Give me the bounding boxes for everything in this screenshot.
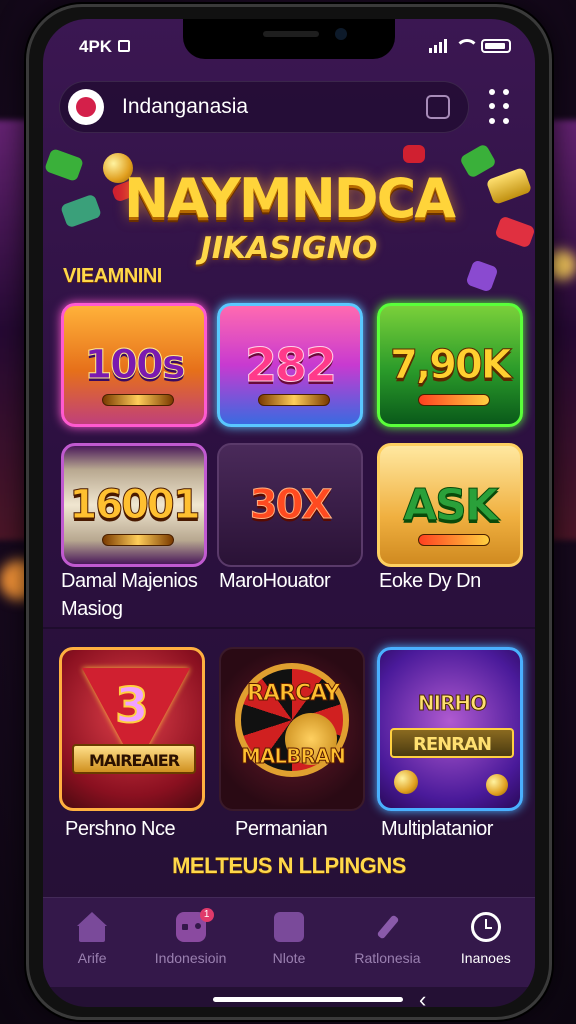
slot-bar-icon xyxy=(102,534,174,546)
game-label: Eoke Dy Dn xyxy=(379,570,481,592)
tab-home[interactable]: Arife xyxy=(43,898,141,987)
status-app-icon xyxy=(118,40,131,52)
back-chevron-icon[interactable]: ‹ xyxy=(419,987,426,1007)
game-label-line: Masiog xyxy=(61,598,123,620)
tabs-icon[interactable] xyxy=(426,95,450,119)
coin-decoration xyxy=(486,774,508,796)
tile-value: 100s xyxy=(84,342,186,389)
tile-value: 30X xyxy=(249,482,332,529)
status-time: 4PK xyxy=(79,37,131,57)
tile-value: 282 xyxy=(244,338,337,393)
game-tile[interactable]: ASK xyxy=(377,443,523,567)
pepper-icon xyxy=(418,534,490,546)
phone-screen: 4PK Indanganasia NAYMNDCA JIKASIGNO VIEA… xyxy=(43,19,535,1007)
hero-subtitle: JIKASIGNO xyxy=(200,231,378,266)
game-label: MaroHouator xyxy=(219,570,331,592)
game-label: Multiplatanior xyxy=(381,818,493,840)
slot-bar-icon xyxy=(258,394,330,406)
tab-label: Nlote xyxy=(272,950,306,966)
tab-label: Indonesioin xyxy=(154,950,227,966)
notification-badge: 1 xyxy=(199,908,214,922)
game-card[interactable]: NIRHO RENRAN xyxy=(377,647,523,811)
game-label: Damal Majenios Masiog xyxy=(61,567,217,623)
phone-frame: 4PK Indanganasia NAYMNDCA JIKASIGNO VIEA… xyxy=(26,4,552,1020)
emblem-number: 3 xyxy=(114,677,149,735)
slot-bar-icon xyxy=(102,394,174,406)
more-menu-icon[interactable] xyxy=(489,89,513,125)
pepper-icon xyxy=(418,394,490,406)
game-tile[interactable]: 16001 xyxy=(61,443,207,567)
coin-decoration xyxy=(394,770,418,794)
tab-tools[interactable]: Ratlonesia xyxy=(338,898,436,987)
tile-value: 16001 xyxy=(69,482,201,529)
hero-banner: NAYMNDCA JIKASIGNO xyxy=(43,139,535,329)
game-label: Pershno Nce xyxy=(65,818,176,840)
tab-note[interactable]: Nlote xyxy=(240,898,338,987)
chip-decoration xyxy=(403,145,425,163)
tile-value: ASK xyxy=(403,479,500,531)
notch xyxy=(183,19,395,59)
game-card[interactable]: 3 MAIREAIER xyxy=(59,647,205,811)
game-tile[interactable]: 7,90K xyxy=(377,303,523,427)
game-banner: NIRHO xyxy=(417,691,487,716)
hero-title: NAYMNDCA xyxy=(123,167,456,230)
game-card[interactable]: RARCAY MALBRAN xyxy=(219,647,365,811)
home-indicator[interactable] xyxy=(213,997,403,1002)
tile-value: 7,90K xyxy=(390,342,513,389)
tab-games[interactable]: 1 Indonesioin xyxy=(141,898,239,987)
game-tile[interactable]: 30X xyxy=(217,443,363,567)
home-icon xyxy=(77,912,108,942)
signal-icon xyxy=(429,39,447,53)
game-label-line: Damal Majenios xyxy=(61,570,198,592)
section-label: VIEAMNINI xyxy=(63,265,162,287)
site-logo-icon xyxy=(68,89,104,125)
tab-history[interactable]: Inanoes xyxy=(437,898,535,987)
game-label: Permanian xyxy=(235,818,328,840)
address-bar[interactable]: Indanganasia xyxy=(59,81,469,133)
bottom-tab-bar: Arife 1 Indonesioin Nlote Ratlonesia Ina… xyxy=(43,897,535,987)
footer-text: MELTEUS N LLPINGNS xyxy=(172,853,406,878)
site-name: Indanganasia xyxy=(122,95,249,118)
game-banner: RARCAY xyxy=(247,681,341,707)
tab-label: Inanoes xyxy=(460,950,511,966)
game-tile[interactable]: 100s xyxy=(61,303,207,427)
section-divider xyxy=(43,627,535,629)
game-tile[interactable]: 282 xyxy=(217,303,363,427)
game-banner: RENRAN xyxy=(390,728,514,758)
game-banner: MALBRAN xyxy=(241,744,347,769)
game-banner: MAIREAIER xyxy=(72,744,196,774)
wifi-icon xyxy=(455,39,479,53)
bag-icon xyxy=(274,912,305,942)
tab-label: Arife xyxy=(77,950,107,966)
tools-icon xyxy=(372,912,402,942)
gamepad-icon: 1 xyxy=(175,908,214,942)
battery-icon xyxy=(481,39,511,53)
clock-icon xyxy=(470,912,501,942)
tab-label: Ratlonesia xyxy=(354,950,421,966)
